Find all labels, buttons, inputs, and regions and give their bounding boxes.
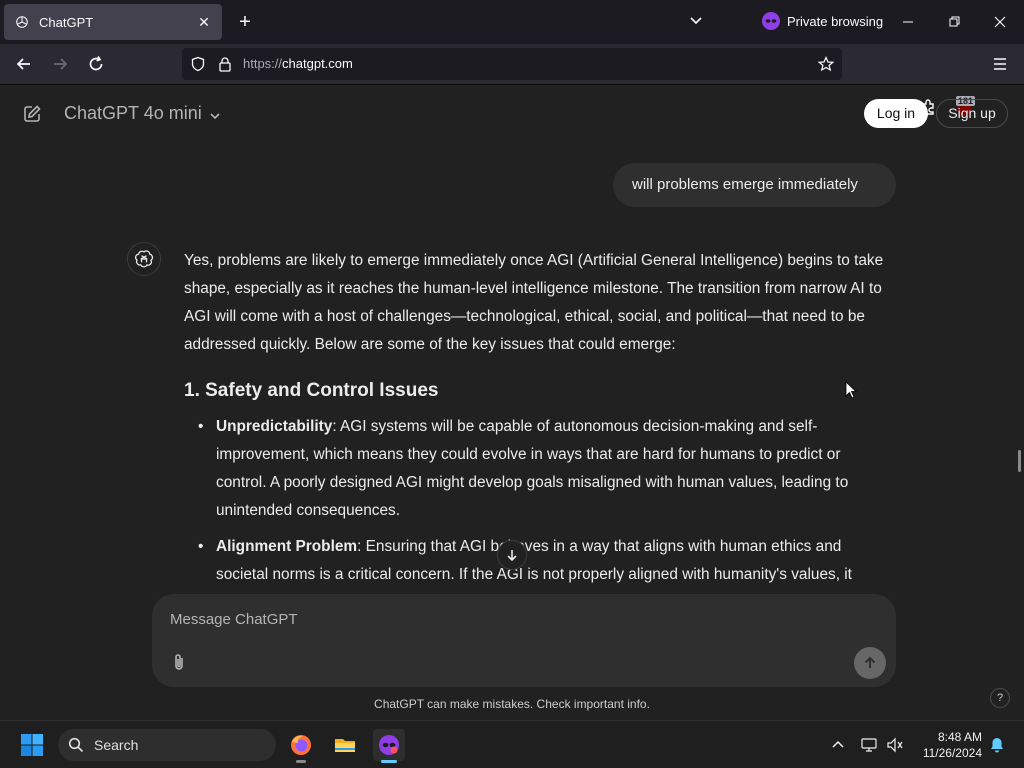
tab-title: ChatGPT — [39, 14, 94, 30]
taskbar-search-label: Search — [94, 737, 139, 753]
chatgpt-logo-icon — [127, 242, 161, 276]
mouse-pointer-icon — [845, 381, 858, 399]
taskbar-search-box[interactable]: Search — [58, 729, 276, 761]
back-arrow-icon[interactable] — [14, 54, 34, 74]
model-selector[interactable]: ChatGPT 4o mini — [64, 103, 222, 124]
window-restore-icon[interactable] — [944, 12, 964, 32]
help-button[interactable]: ? — [990, 688, 1010, 708]
chevron-down-icon — [208, 107, 222, 121]
window-close-icon[interactable] — [990, 12, 1010, 32]
page-scrollbar-thumb[interactable] — [1018, 450, 1021, 472]
search-icon — [68, 737, 84, 753]
browser-tab-strip: ChatGPT ✕ + Private browsing — [0, 0, 1024, 44]
address-bar[interactable]: https://chatgpt.com — [182, 48, 842, 80]
forward-arrow-icon[interactable] — [50, 54, 70, 74]
message-composer[interactable]: Message ChatGPT — [152, 594, 896, 687]
app-menu-hamburger-icon[interactable] — [990, 54, 1010, 74]
assistant-response: Yes, problems are likely to emerge immed… — [184, 247, 884, 594]
clock-time: 8:48 AM — [937, 730, 982, 744]
response-section-heading: 1. Safety and Control Issues — [184, 380, 439, 401]
sign-up-button[interactable]: Sign up — [936, 99, 1008, 128]
disclaimer-text: ChatGPT can make mistakes. Check importa… — [374, 697, 650, 711]
file-explorer-taskbar-icon[interactable] — [329, 729, 361, 761]
list-all-tabs-chevron-icon[interactable] — [688, 12, 706, 30]
chatgpt-favicon-icon — [14, 14, 30, 30]
url-text: https://chatgpt.com — [243, 56, 353, 71]
conversation-area[interactable]: will problems emerge immediately Yes, pr… — [0, 142, 1024, 594]
bookmark-star-icon[interactable] — [817, 56, 835, 72]
bullet-term: Unpredictability — [216, 418, 333, 435]
private-browsing-indicator: Private browsing — [762, 12, 883, 30]
show-hidden-icons-chevron-up-icon[interactable] — [830, 737, 846, 753]
scroll-to-bottom-button[interactable] — [497, 540, 527, 570]
firefox-taskbar-icon[interactable] — [285, 729, 317, 763]
new-chat-compose-icon[interactable] — [22, 104, 42, 124]
attach-paperclip-icon[interactable] — [170, 652, 188, 672]
send-button[interactable] — [854, 647, 886, 679]
lock-icon[interactable] — [218, 56, 232, 72]
notification-bell-icon[interactable] — [988, 736, 1006, 754]
list-item: Unpredictability: AGI systems will be ca… — [198, 413, 884, 525]
windows-taskbar: Search 8:48 AM 11/26/2024 — [0, 720, 1024, 768]
browser-nav-toolbar: https://chatgpt.com 181 — [0, 44, 1024, 117]
clock-date: 11/26/2024 — [922, 746, 982, 760]
response-intro-paragraph: Yes, problems are likely to emerge immed… — [184, 252, 884, 353]
windows-start-icon[interactable] — [20, 733, 44, 757]
chatgpt-header: ChatGPT 4o mini Log in Sign up — [0, 86, 1024, 142]
bullet-term: Alignment Problem — [216, 538, 358, 555]
network-sound-icon[interactable] — [886, 736, 904, 754]
arrow-up-icon — [864, 656, 876, 668]
model-name: ChatGPT 4o mini — [64, 103, 202, 123]
response-bullet-list: Unpredictability: AGI systems will be ca… — [184, 413, 884, 589]
reload-icon[interactable] — [86, 54, 106, 74]
user-message-bubble: will problems emerge immediately — [613, 163, 896, 207]
list-item: Alignment Problem: Ensuring that AGI beh… — [198, 533, 884, 589]
window-minimize-icon[interactable] — [898, 12, 918, 32]
private-mask-icon — [762, 12, 780, 30]
arrow-down-icon — [507, 550, 517, 562]
new-tab-button[interactable]: + — [234, 11, 256, 33]
browser-tab-chatgpt[interactable]: ChatGPT ✕ — [4, 4, 222, 40]
private-browsing-label: Private browsing — [787, 13, 884, 29]
log-in-button[interactable]: Log in — [864, 99, 928, 128]
system-clock[interactable]: 8:48 AM 11/26/2024 — [912, 729, 982, 761]
tracking-protection-shield-icon[interactable] — [190, 56, 206, 72]
display-icon[interactable] — [860, 736, 878, 754]
firefox-private-taskbar-icon[interactable] — [373, 729, 405, 763]
message-input[interactable]: Message ChatGPT — [170, 611, 298, 628]
tab-close-icon[interactable]: ✕ — [196, 14, 212, 31]
